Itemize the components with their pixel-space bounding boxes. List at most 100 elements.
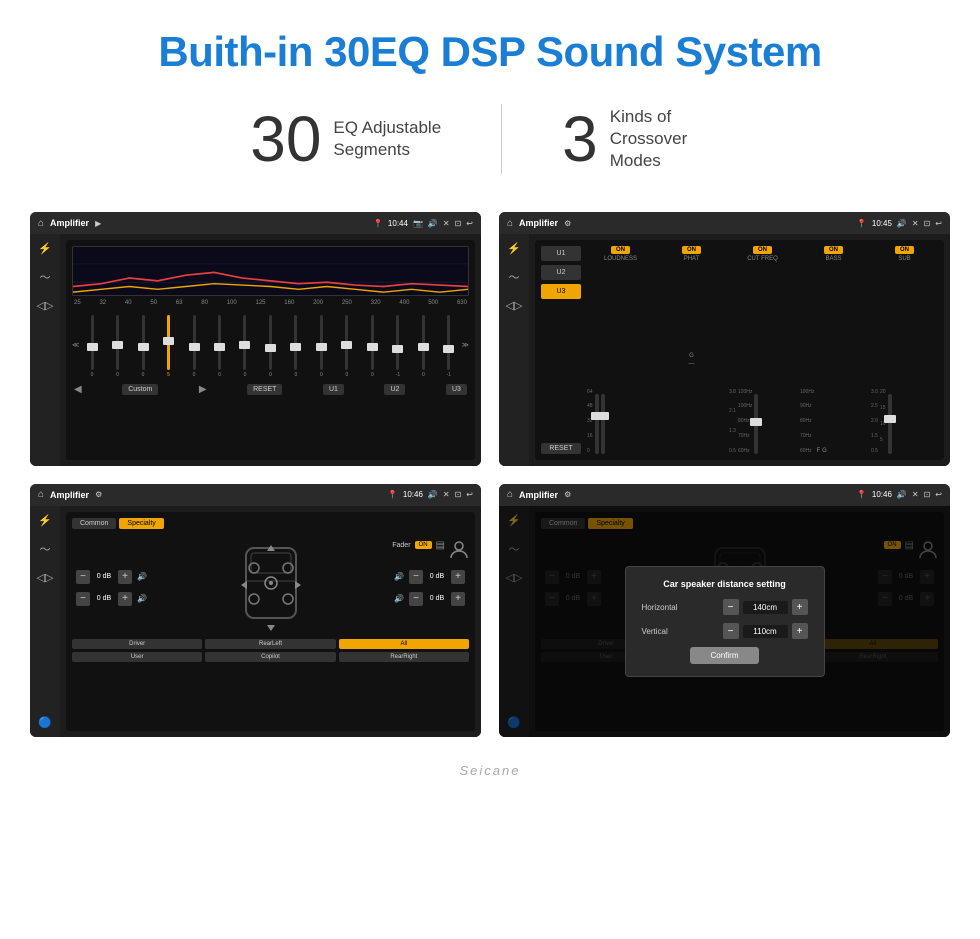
horizontal-control: − 140cm + (723, 599, 808, 615)
screen4-time: 10:46 (872, 490, 892, 499)
user-btn[interactable]: User (72, 652, 202, 662)
u1-btn[interactable]: U1 (323, 384, 344, 395)
volume-sidebar-icon[interactable]: ◁▷ (37, 299, 54, 312)
rear-left-plus[interactable]: + (118, 592, 132, 606)
car-diagram (231, 543, 311, 633)
cutfreq-on[interactable]: ON (753, 246, 772, 254)
wave-sidebar-icon-3[interactable]: 〜 (40, 541, 51, 557)
front-right-minus[interactable]: − (409, 570, 423, 584)
vertical-plus-btn[interactable]: + (792, 623, 808, 639)
screen-specialty: ⌂ Amplifier ⚙ 📍 10:46 🔊 ✕ ⊡ ↩ ⚡ 〜 ◁▷ 🔵 (30, 484, 481, 738)
fader-2[interactable]: 0 (130, 315, 155, 378)
sub-on[interactable]: ON (895, 246, 914, 254)
u1-crossover-btn[interactable]: U1 (541, 246, 581, 261)
volume-sidebar-icon-2[interactable]: ◁▷ (506, 299, 523, 312)
fader-0[interactable]: 0 (79, 315, 104, 378)
home-icon-2[interactable]: ⌂ (507, 218, 513, 229)
rear-right-plus[interactable]: + (451, 592, 465, 606)
sub-faders: 3.0 2.5 2.0 1.5 0.5 20 15 10 (871, 266, 938, 454)
common-tab[interactable]: Common (72, 518, 116, 529)
fader-adjust-icon[interactable]: ▤ (436, 540, 445, 551)
wave-sidebar-icon-2[interactable]: 〜 (509, 269, 520, 285)
bt-sidebar-icon-3[interactable]: 🔵 (38, 716, 52, 729)
screen2-sidebar: ⚡ 〜 ◁▷ (499, 234, 529, 466)
fader-4[interactable]: 0 (181, 315, 206, 378)
fader-7[interactable]: 0 (258, 315, 283, 378)
horizontal-plus-btn[interactable]: + (792, 599, 808, 615)
front-right-plus[interactable]: + (451, 570, 465, 584)
fader-on-badge[interactable]: ON (415, 541, 432, 549)
u2-btn[interactable]: U2 (384, 384, 405, 395)
horizontal-minus-btn[interactable]: − (723, 599, 739, 615)
fader-5[interactable]: 0 (207, 315, 232, 378)
screen3-content: ⚡ 〜 ◁▷ 🔵 Common Specialty Fader ON ▤ (30, 506, 481, 738)
cutfreq-fader[interactable] (754, 394, 758, 454)
loudness-fader-1[interactable] (595, 394, 599, 454)
copilot-btn[interactable]: Copilot (205, 652, 335, 662)
eq-back-btn[interactable]: ◀ (74, 384, 82, 395)
eq-label-9: 200 (313, 300, 323, 306)
loudness-label: LOUDNESS (604, 256, 637, 262)
rearright-btn[interactable]: RearRight (339, 652, 469, 662)
home-icon[interactable]: ⌂ (38, 218, 44, 229)
phat-on[interactable]: ON (682, 246, 701, 254)
front-left-minus[interactable]: − (76, 570, 90, 584)
eq-sidebar-icon-2[interactable]: ⚡ (507, 242, 521, 255)
eq-graph (72, 246, 469, 296)
all-btn[interactable]: All (339, 639, 469, 649)
rear-left-minus[interactable]: − (76, 592, 90, 606)
home-icon-4[interactable]: ⌂ (507, 489, 513, 500)
sub-fader[interactable] (888, 394, 892, 454)
u3-crossover-btn[interactable]: U3 (541, 284, 581, 299)
fader-1[interactable]: 0 (105, 315, 130, 378)
loudness-on[interactable]: ON (611, 246, 630, 254)
back-icon-3[interactable]: ↩ (466, 490, 473, 499)
eq-sidebar-icon-3[interactable]: ⚡ (38, 514, 52, 527)
custom-preset-btn[interactable]: Custom (122, 384, 158, 395)
screen1-topbar-right: 📍 10:44 📷 🔊 ✕ ⊡ ↩ (373, 219, 473, 228)
fader-9[interactable]: 0 (309, 315, 334, 378)
eq-sidebar-icon[interactable]: ⚡ (38, 242, 52, 255)
back-icon-4[interactable]: ↩ (935, 490, 942, 499)
volume-sidebar-icon-3[interactable]: ◁▷ (37, 571, 54, 584)
close-icon-3[interactable]: ✕ (443, 490, 450, 499)
bass-faders: 100Hz 90Hz 80Hz 70Hz 60Hz F G (800, 266, 867, 454)
fader-3[interactable]: 5 (156, 315, 181, 378)
fader-8[interactable]: 0 (283, 315, 308, 378)
front-left-plus[interactable]: + (118, 570, 132, 584)
wave-sidebar-icon[interactable]: 〜 (40, 269, 51, 285)
eq-label-11: 320 (371, 300, 381, 306)
u2-crossover-btn[interactable]: U2 (541, 265, 581, 280)
rear-right-minus[interactable]: − (409, 592, 423, 606)
eq-forward-btn[interactable]: ▶ (199, 384, 207, 395)
driver-btn[interactable]: Driver (72, 639, 202, 649)
loudness-fader-2[interactable] (601, 394, 605, 454)
fader-12[interactable]: -1 (385, 315, 410, 378)
screen-dialog: ⌂ Amplifier ⚙ 📍 10:46 🔊 ✕ ⊡ ↩ ⚡ 〜 ◁▷ 🔵 (499, 484, 950, 738)
screen1-topbar-left: ⌂ Amplifier ▶ (38, 218, 101, 229)
fader-10[interactable]: 0 (334, 315, 359, 378)
fader-11[interactable]: 0 (360, 315, 385, 378)
horizontal-value: 140cm (743, 601, 788, 614)
reset-btn[interactable]: RESET (247, 384, 282, 395)
confirm-button[interactable]: Confirm (690, 647, 758, 664)
fader-6[interactable]: 0 (232, 315, 257, 378)
u3-btn[interactable]: U3 (446, 384, 467, 395)
home-icon-3[interactable]: ⌂ (38, 489, 44, 500)
screen1-main: 25 32 40 50 63 80 100 125 160 200 250 32… (60, 234, 481, 466)
fader-13[interactable]: 0 (411, 315, 436, 378)
close-icon-4[interactable]: ✕ (912, 490, 919, 499)
fader-14[interactable]: -1 (436, 315, 461, 378)
bass-on[interactable]: ON (824, 246, 843, 254)
specialty-tab[interactable]: Specialty (119, 518, 163, 529)
back-icon-2[interactable]: ↩ (935, 219, 942, 228)
rearleft-btn[interactable]: RearLeft (205, 639, 335, 649)
vertical-minus-btn[interactable]: − (723, 623, 739, 639)
preset-buttons: Driver RearLeft All User Copilot RearRig… (72, 639, 469, 662)
settings-icon-4: ⚙ (564, 490, 571, 499)
close-icon[interactable]: ✕ (443, 219, 450, 228)
reset-crossover-btn[interactable]: RESET (541, 443, 581, 454)
close-icon-2[interactable]: ✕ (912, 219, 919, 228)
eq-faders: ≪ 0 0 0 5 0 0 0 0 0 0 0 0 -1 (72, 310, 469, 380)
back-icon[interactable]: ↩ (466, 219, 473, 228)
